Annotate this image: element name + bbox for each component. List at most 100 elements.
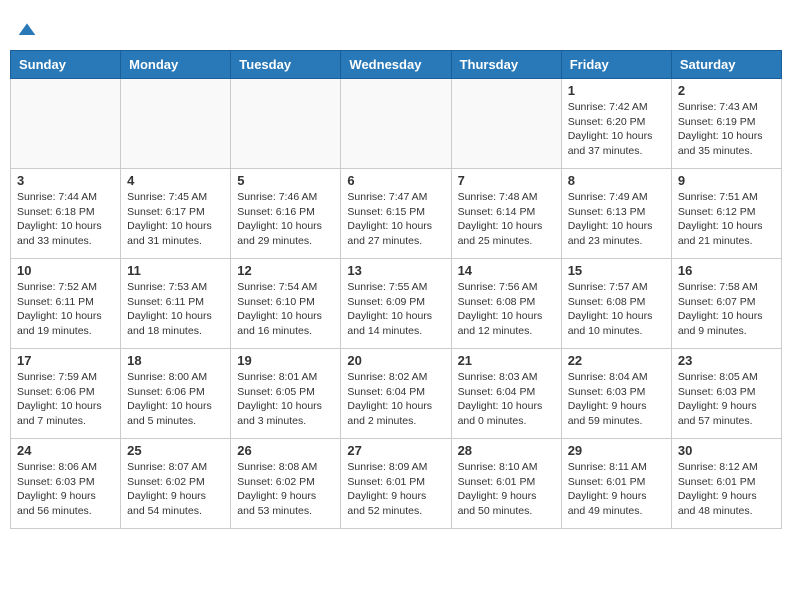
day-cell	[121, 79, 231, 169]
day-cell: 28 Sunrise: 8:10 AM Sunset: 6:01 PM Dayli…	[451, 439, 561, 529]
page-header	[10, 10, 782, 45]
day-number: 11	[127, 263, 224, 278]
day-cell: 26Sunrise: 8:08 AM Sunset: 6:02 PM Dayli…	[231, 439, 341, 529]
day-info: Sunrise: 7:56 AM Sunset: 6:08 PM Dayligh…	[458, 280, 555, 339]
day-cell: 29Sunrise: 8:11 AM Sunset: 6:01 PM Dayli…	[561, 439, 671, 529]
day-number: 30	[678, 443, 775, 458]
day-cell: 3 Sunrise: 7:44 AM Sunset: 6:18 PM Daylig…	[11, 169, 121, 259]
weekday-friday: Friday	[561, 51, 671, 79]
day-number: 1	[568, 83, 665, 98]
day-number: 19	[237, 353, 334, 368]
calendar: SundayMondayTuesdayWednesdayThursdayFrid…	[10, 50, 782, 529]
day-cell: 17Sunrise: 7:59 AM Sunset: 6:06 PM Dayli…	[11, 349, 121, 439]
day-info: Sunrise: 7:43 AM Sunset: 6:19 PM Dayligh…	[678, 100, 775, 159]
weekday-header: SundayMondayTuesdayWednesdayThursdayFrid…	[11, 51, 782, 79]
day-cell: 21 Sunrise: 8:03 AM Sunset: 6:04 PM Dayli…	[451, 349, 561, 439]
day-info: Sunrise: 7:51 AM Sunset: 6:12 PM Dayligh…	[678, 190, 775, 249]
day-info: Sunrise: 7:58 AM Sunset: 6:07 PM Dayligh…	[678, 280, 775, 339]
weekday-saturday: Saturday	[671, 51, 781, 79]
day-number: 4	[127, 173, 224, 188]
day-info: Sunrise: 7:54 AM Sunset: 6:10 PM Dayligh…	[237, 280, 334, 339]
day-info: Sunrise: 8:03 AM Sunset: 6:04 PM Dayligh…	[458, 370, 555, 429]
day-number: 13	[347, 263, 444, 278]
day-info: Sunrise: 8:01 AM Sunset: 6:05 PM Dayligh…	[237, 370, 334, 429]
day-number: 9	[678, 173, 775, 188]
day-cell: 13 Sunrise: 7:55 AM Sunset: 6:09 PM Dayli…	[341, 259, 451, 349]
day-number: 12	[237, 263, 334, 278]
logo-icon	[17, 20, 37, 40]
day-info: Sunrise: 8:02 AM Sunset: 6:04 PM Dayligh…	[347, 370, 444, 429]
day-number: 24	[17, 443, 114, 458]
day-cell: 1 Sunrise: 7:42 AM Sunset: 6:20 PM Daylig…	[561, 79, 671, 169]
day-number: 5	[237, 173, 334, 188]
logo	[20, 20, 37, 40]
week-row-0: 1 Sunrise: 7:42 AM Sunset: 6:20 PM Daylig…	[11, 79, 782, 169]
day-number: 6	[347, 173, 444, 188]
day-cell: 11 Sunrise: 7:53 AM Sunset: 6:11 PM Dayli…	[121, 259, 231, 349]
day-cell: 16 Sunrise: 7:58 AM Sunset: 6:07 PM Dayli…	[671, 259, 781, 349]
day-cell: 6 Sunrise: 7:47 AM Sunset: 6:15 PM Daylig…	[341, 169, 451, 259]
day-info: Sunrise: 8:07 AM Sunset: 6:02 PM Dayligh…	[127, 460, 224, 519]
weekday-thursday: Thursday	[451, 51, 561, 79]
day-number: 28	[458, 443, 555, 458]
weekday-wednesday: Wednesday	[341, 51, 451, 79]
day-cell: 22 Sunrise: 8:04 AM Sunset: 6:03 PM Dayli…	[561, 349, 671, 439]
day-info: Sunrise: 8:12 AM Sunset: 6:01 PM Dayligh…	[678, 460, 775, 519]
day-info: Sunrise: 8:11 AM Sunset: 6:01 PM Dayligh…	[568, 460, 665, 519]
day-info: Sunrise: 7:49 AM Sunset: 6:13 PM Dayligh…	[568, 190, 665, 249]
week-row-4: 24 Sunrise: 8:06 AM Sunset: 6:03 PM Dayli…	[11, 439, 782, 529]
weekday-tuesday: Tuesday	[231, 51, 341, 79]
day-cell	[11, 79, 121, 169]
day-cell: 20 Sunrise: 8:02 AM Sunset: 6:04 PM Dayli…	[341, 349, 451, 439]
day-number: 25	[127, 443, 224, 458]
day-number: 15	[568, 263, 665, 278]
day-number: 7	[458, 173, 555, 188]
day-number: 18	[127, 353, 224, 368]
day-cell: 30 Sunrise: 8:12 AM Sunset: 6:01 PM Dayli…	[671, 439, 781, 529]
day-number: 20	[347, 353, 444, 368]
day-info: Sunrise: 8:09 AM Sunset: 6:01 PM Dayligh…	[347, 460, 444, 519]
day-number: 21	[458, 353, 555, 368]
day-cell: 10 Sunrise: 7:52 AM Sunset: 6:11 PM Dayli…	[11, 259, 121, 349]
day-cell	[341, 79, 451, 169]
day-cell: 27 Sunrise: 8:09 AM Sunset: 6:01 PM Dayli…	[341, 439, 451, 529]
day-info: Sunrise: 7:52 AM Sunset: 6:11 PM Dayligh…	[17, 280, 114, 339]
day-info: Sunrise: 7:53 AM Sunset: 6:11 PM Dayligh…	[127, 280, 224, 339]
week-row-2: 10 Sunrise: 7:52 AM Sunset: 6:11 PM Dayli…	[11, 259, 782, 349]
day-info: Sunrise: 8:08 AM Sunset: 6:02 PM Dayligh…	[237, 460, 334, 519]
day-cell	[231, 79, 341, 169]
day-cell	[451, 79, 561, 169]
day-cell: 23Sunrise: 8:05 AM Sunset: 6:03 PM Dayli…	[671, 349, 781, 439]
day-cell: 8 Sunrise: 7:49 AM Sunset: 6:13 PM Daylig…	[561, 169, 671, 259]
day-cell: 25 Sunrise: 8:07 AM Sunset: 6:02 PM Dayli…	[121, 439, 231, 529]
day-number: 14	[458, 263, 555, 278]
day-number: 22	[568, 353, 665, 368]
day-number: 8	[568, 173, 665, 188]
day-info: Sunrise: 7:42 AM Sunset: 6:20 PM Dayligh…	[568, 100, 665, 159]
day-cell: 12 Sunrise: 7:54 AM Sunset: 6:10 PM Dayli…	[231, 259, 341, 349]
day-info: Sunrise: 7:55 AM Sunset: 6:09 PM Dayligh…	[347, 280, 444, 339]
day-info: Sunrise: 8:06 AM Sunset: 6:03 PM Dayligh…	[17, 460, 114, 519]
day-info: Sunrise: 7:45 AM Sunset: 6:17 PM Dayligh…	[127, 190, 224, 249]
weekday-monday: Monday	[121, 51, 231, 79]
day-number: 27	[347, 443, 444, 458]
day-info: Sunrise: 7:47 AM Sunset: 6:15 PM Dayligh…	[347, 190, 444, 249]
day-cell: 18Sunrise: 8:00 AM Sunset: 6:06 PM Dayli…	[121, 349, 231, 439]
day-cell: 2Sunrise: 7:43 AM Sunset: 6:19 PM Daylig…	[671, 79, 781, 169]
weekday-sunday: Sunday	[11, 51, 121, 79]
calendar-body: 1 Sunrise: 7:42 AM Sunset: 6:20 PM Daylig…	[11, 79, 782, 529]
day-info: Sunrise: 8:04 AM Sunset: 6:03 PM Dayligh…	[568, 370, 665, 429]
day-info: Sunrise: 8:05 AM Sunset: 6:03 PM Dayligh…	[678, 370, 775, 429]
day-number: 16	[678, 263, 775, 278]
day-cell: 9 Sunrise: 7:51 AM Sunset: 6:12 PM Daylig…	[671, 169, 781, 259]
day-cell: 7 Sunrise: 7:48 AM Sunset: 6:14 PM Daylig…	[451, 169, 561, 259]
day-info: Sunrise: 7:48 AM Sunset: 6:14 PM Dayligh…	[458, 190, 555, 249]
day-number: 3	[17, 173, 114, 188]
day-info: Sunrise: 7:44 AM Sunset: 6:18 PM Dayligh…	[17, 190, 114, 249]
week-row-1: 3 Sunrise: 7:44 AM Sunset: 6:18 PM Daylig…	[11, 169, 782, 259]
week-row-3: 17Sunrise: 7:59 AM Sunset: 6:06 PM Dayli…	[11, 349, 782, 439]
day-number: 10	[17, 263, 114, 278]
day-info: Sunrise: 7:57 AM Sunset: 6:08 PM Dayligh…	[568, 280, 665, 339]
day-info: Sunrise: 7:59 AM Sunset: 6:06 PM Dayligh…	[17, 370, 114, 429]
day-info: Sunrise: 8:10 AM Sunset: 6:01 PM Dayligh…	[458, 460, 555, 519]
